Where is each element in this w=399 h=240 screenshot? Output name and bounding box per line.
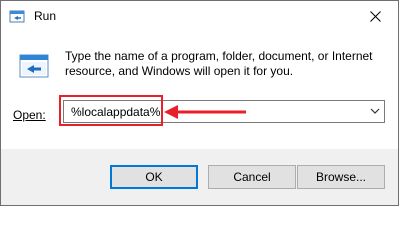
chevron-down-icon[interactable] <box>370 107 380 115</box>
close-button[interactable] <box>352 1 398 31</box>
open-label: Open: <box>13 108 46 122</box>
dialog-description: Type the name of a program, folder, docu… <box>65 49 373 78</box>
run-dialog: Run Type the name of a program, folder, … <box>0 0 399 206</box>
close-icon <box>369 10 381 22</box>
annotation-highlight-box <box>59 95 163 126</box>
browse-button[interactable]: Browse... <box>297 165 385 189</box>
run-icon <box>9 10 25 23</box>
title-bar[interactable]: Run <box>1 1 398 31</box>
window-title: Run <box>34 9 57 23</box>
run-icon <box>19 54 49 78</box>
button-bar: OK Cancel Browse... <box>1 149 398 205</box>
cancel-button[interactable]: Cancel <box>208 165 296 189</box>
open-label-text: Open: <box>13 108 46 122</box>
arrow-left-icon <box>164 105 246 119</box>
ok-button[interactable]: OK <box>110 165 198 189</box>
dialog-body: Type the name of a program, folder, docu… <box>1 31 398 149</box>
